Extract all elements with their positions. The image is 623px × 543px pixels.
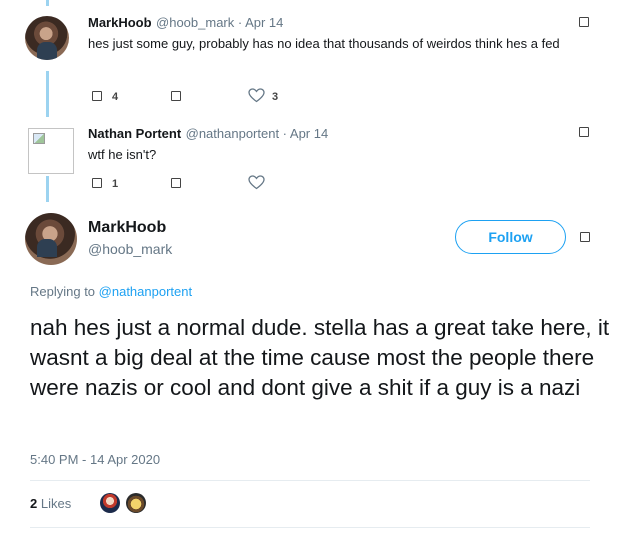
- replying-to: Replying to @nathanportent: [30, 284, 192, 299]
- broken-image-icon[interactable]: [28, 128, 74, 174]
- thread-line-2: [46, 176, 49, 202]
- divider: [30, 527, 590, 528]
- author-handle-date[interactable]: @nathanportent · Apr 14: [186, 126, 329, 141]
- tweet-text: hes just some guy, probably has no idea …: [88, 36, 560, 51]
- retweet-icon[interactable]: [171, 178, 181, 188]
- reply-icon[interactable]: [92, 91, 102, 101]
- thread-line-1: [46, 71, 49, 117]
- likes-summary[interactable]: 2 Likes: [30, 496, 71, 511]
- divider: [30, 480, 590, 481]
- tweet-header: Nathan Portent @nathanportent · Apr 14: [88, 125, 328, 143]
- retweet-icon[interactable]: [171, 91, 181, 101]
- follow-button[interactable]: Follow: [455, 220, 566, 254]
- reply-count: 1: [112, 178, 119, 190]
- likes-count: 2: [30, 496, 38, 511]
- tweet-header: MarkHoob @hoob_mark · Apr 14: [88, 14, 283, 32]
- replying-to-link[interactable]: @nathanportent: [99, 284, 192, 299]
- caret-icon[interactable]: [579, 127, 589, 137]
- avatar[interactable]: [25, 16, 69, 60]
- author-handle-date[interactable]: @hoob_mark · Apr 14: [156, 15, 283, 30]
- author-name[interactable]: Nathan Portent: [88, 126, 181, 141]
- liker-avatar[interactable]: [100, 493, 120, 513]
- reply-count: 4: [112, 91, 119, 103]
- heart-icon[interactable]: [248, 88, 265, 103]
- caret-icon[interactable]: [580, 232, 590, 242]
- heart-icon[interactable]: [248, 175, 265, 190]
- tweet-text: wtf he isn't?: [88, 147, 157, 162]
- likes-label: Likes: [40, 496, 72, 511]
- replying-prefix: Replying to: [30, 284, 99, 299]
- caret-icon[interactable]: [579, 17, 589, 27]
- author-handle[interactable]: @hoob_mark: [88, 241, 172, 257]
- thread-line-top: [46, 0, 49, 6]
- author-name[interactable]: MarkHoob: [88, 15, 152, 30]
- tweet-text: nah hes just a normal dude. stella has a…: [30, 315, 610, 400]
- tweet-timestamp[interactable]: 5:40 PM - 14 Apr 2020: [30, 452, 160, 467]
- liker-avatar[interactable]: [126, 493, 146, 513]
- avatar[interactable]: [25, 213, 77, 265]
- reply-icon[interactable]: [92, 178, 102, 188]
- like-count: 3: [272, 91, 279, 103]
- author-name[interactable]: MarkHoob: [88, 219, 166, 237]
